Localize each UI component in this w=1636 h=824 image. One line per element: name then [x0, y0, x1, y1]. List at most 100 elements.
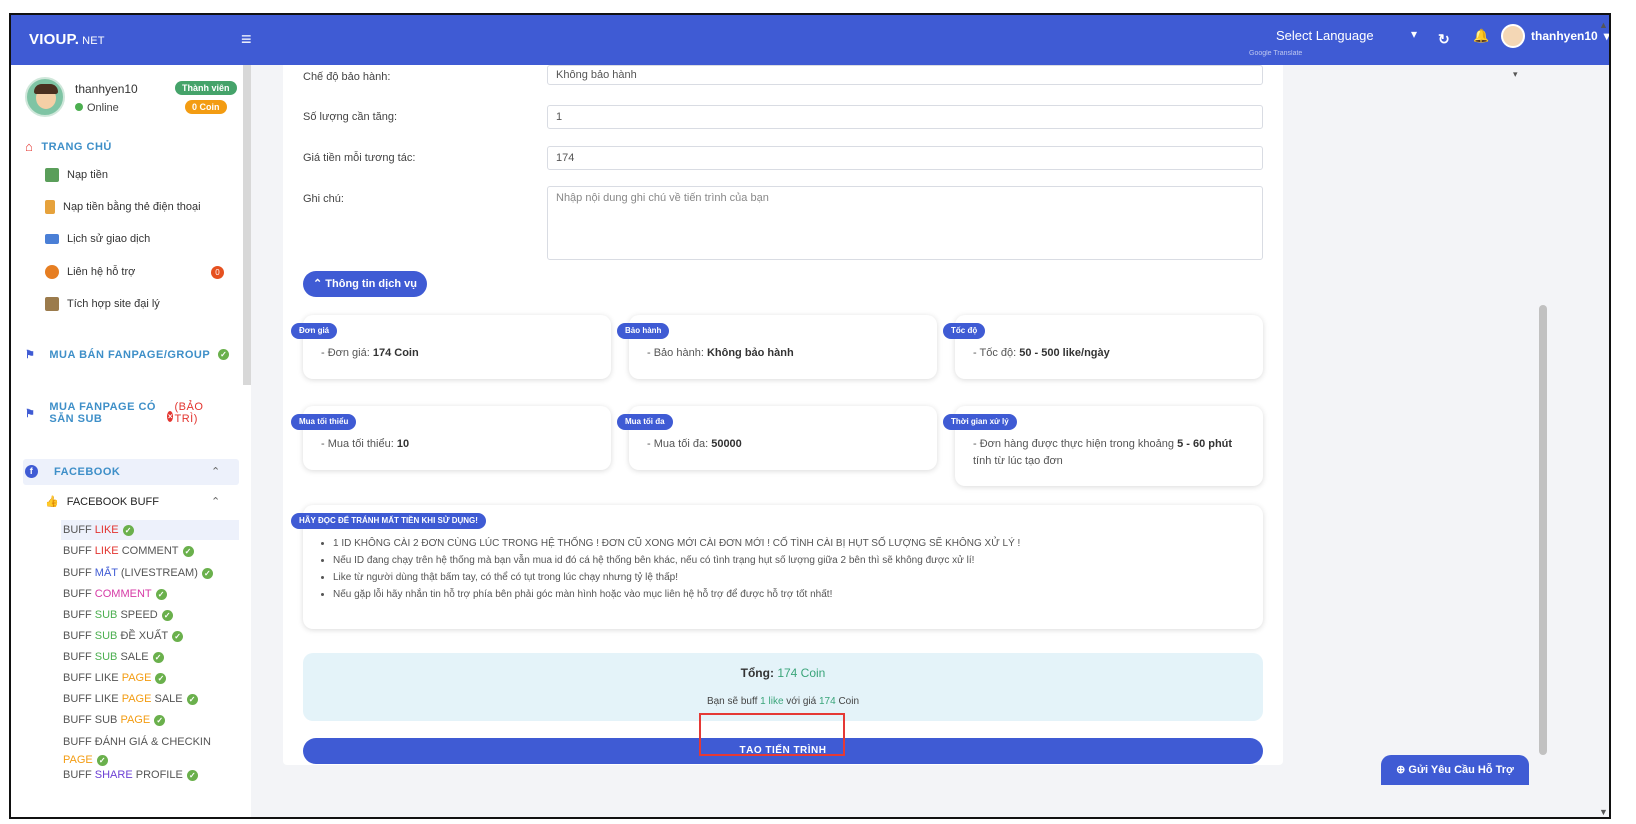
- check-icon: ✓: [122, 524, 134, 536]
- highlight-box: [699, 713, 845, 756]
- check-icon: ✓: [182, 545, 194, 557]
- notice-item: Nếu ID đang chạy trên hệ thống mà bạn vẫ…: [333, 552, 1020, 569]
- chevron-up-icon: ⌃: [313, 278, 323, 290]
- refresh-icon[interactable]: ↻: [1438, 31, 1450, 48]
- buff-item-like-page[interactable]: BUFF LIKE PAGE ✓: [63, 672, 167, 684]
- browser-frame: VIOUP. NET ≡ Select Language ▾ Google Tra…: [9, 13, 1611, 819]
- info-card-processing-time: Thời gian xử lý - Đơn hàng được thực hiệ…: [943, 406, 1263, 486]
- sidebar-home[interactable]: ⌂ TRANG CHỦ: [25, 139, 112, 154]
- menu-toggle-icon[interactable]: ≡: [241, 29, 252, 50]
- check-icon: ✓: [161, 609, 173, 621]
- service-info-toggle-button[interactable]: ⌃ Thông tin dịch vụ: [303, 271, 427, 297]
- chevron-up-icon[interactable]: ⌃: [211, 495, 220, 508]
- total-description: Bạn sẽ buff 1 like với giá 174 Coin: [706, 696, 860, 707]
- info-card-speed: Tốc độ - Tốc độ: 50 - 500 like/ngày: [943, 315, 1263, 379]
- chevron-down-icon: ▾: [1513, 69, 1518, 79]
- sidebar-item-agency[interactable]: Tích hợp site đại lý: [45, 297, 160, 311]
- info-card-badge: Mua tối đa: [617, 414, 673, 430]
- info-card-text: - Đơn giá: 174 Coin: [321, 347, 419, 359]
- notice-item: 1 ID KHÔNG CÀI 2 ĐƠN CÙNG LÚC TRONG HỆ T…: [333, 535, 1020, 552]
- buff-item-like[interactable]: BUFF LIKE ✓: [61, 520, 239, 540]
- sidebar-item-facebook[interactable]: f FACEBOOK: [25, 465, 120, 478]
- top-navbar: VIOUP. NET ≡ Select Language ▾ Google Tra…: [11, 15, 1609, 65]
- sidebar-item-topup[interactable]: Nạp tiền: [45, 168, 108, 182]
- home-icon: ⌂: [25, 139, 34, 154]
- sidebar: thanhyen10 Online Thành viên 0 Coin ⌂ TR…: [11, 65, 251, 817]
- warranty-label: Chế độ bảo hành:: [303, 71, 391, 83]
- total-amount: Tổng: 174 Coin: [740, 666, 826, 680]
- buff-item-share-profile[interactable]: BUFF SHARE PROFILE ✓: [63, 769, 198, 781]
- facebook-icon: f: [25, 465, 38, 478]
- error-icon: ×: [167, 411, 174, 422]
- chevron-down-icon: ▾: [1603, 29, 1610, 43]
- sidebar-section-fanpage-sub[interactable]: ⚑ MUA FANPAGE CÓ SẴN SUB × (BẢO TRÌ): [25, 401, 225, 425]
- check-icon: ✓: [172, 630, 184, 642]
- user-menu[interactable]: thanhyen10 ▾: [1501, 24, 1610, 48]
- sim-card-icon: [45, 200, 55, 214]
- note-textarea[interactable]: Nhập nội dung ghi chú về tiến trình của …: [547, 186, 1263, 260]
- info-card-badge: Thời gian xử lý: [943, 414, 1017, 430]
- buff-item-sub-suggest[interactable]: BUFF SUB ĐỀ XUẤT ✓: [63, 630, 184, 642]
- info-card-text: - Mua tối đa: 50000: [647, 438, 742, 450]
- check-icon: ✓: [154, 714, 166, 726]
- bell-icon[interactable]: 🔔: [1473, 28, 1489, 44]
- sidebar-scrollbar[interactable]: [243, 65, 251, 385]
- chevron-down-icon[interactable]: ▾: [1411, 27, 1417, 41]
- globe-icon: ⊕: [1396, 764, 1406, 776]
- scroll-up-arrow-icon[interactable]: ▲: [1599, 20, 1608, 30]
- google-translate-label: Google Translate: [1249, 50, 1303, 57]
- buff-item-review-checkin[interactable]: BUFF ĐÁNH GIÁ & CHECKIN PAGE ✓: [63, 735, 233, 767]
- online-dot-icon: [75, 103, 83, 111]
- avatar: [25, 77, 65, 117]
- quantity-label: Số lượng cần tăng:: [303, 111, 398, 123]
- language-select[interactable]: Select Language: [1276, 28, 1374, 43]
- info-card-warranty: Bảo hành - Bảo hành: Không bảo hành: [617, 315, 937, 379]
- role-badge: Thành viên: [175, 81, 237, 95]
- page-scrollbar-thumb[interactable]: [1539, 305, 1547, 755]
- money-icon: [45, 168, 59, 182]
- sidebar-item-history[interactable]: Lịch sử giao dịch: [45, 233, 150, 245]
- thumbs-up-icon: 👍: [45, 496, 59, 508]
- check-icon: ✓: [155, 672, 167, 684]
- price-input[interactable]: 174: [547, 146, 1263, 170]
- check-icon: ✓: [155, 588, 167, 600]
- check-icon: ✓: [96, 754, 108, 766]
- buff-item-like-page-sale[interactable]: BUFF LIKE PAGE SALE ✓: [63, 693, 198, 705]
- info-card-badge: Bảo hành: [617, 323, 670, 339]
- info-card-badge: Đơn giá: [291, 323, 338, 339]
- sidebar-item-phone-card[interactable]: Nạp tiền bằng thẻ điện thoại: [45, 200, 201, 214]
- sidebar-item-support[interactable]: Liên hệ hỗ trợ: [45, 265, 135, 279]
- info-card-badge: Mua tối thiểu: [291, 414, 357, 430]
- chevron-up-icon[interactable]: ⌃: [211, 465, 220, 478]
- quantity-input[interactable]: 1: [547, 105, 1263, 129]
- info-card-badge: Tốc độ: [943, 323, 986, 339]
- scroll-down-arrow-icon[interactable]: ▼: [1599, 807, 1608, 817]
- buff-item-like-comment[interactable]: BUFF LIKE COMMENT ✓: [63, 545, 194, 557]
- chart-icon: [45, 234, 59, 244]
- check-icon: ✓: [186, 769, 198, 781]
- buff-item-sub-page[interactable]: BUFF SUB PAGE ✓: [63, 714, 166, 726]
- price-label: Giá tiền mỗi tương tác:: [303, 152, 416, 164]
- notice-item: Nếu gặp lỗi hãy nhắn tin hỗ trợ phía bên…: [333, 586, 1020, 603]
- info-card-text: - Mua tối thiểu: 10: [321, 438, 410, 450]
- maintenance-status: × (BẢO TRÌ): [167, 401, 204, 425]
- user-profile: thanhyen10 Online Thành viên 0 Coin: [25, 77, 245, 127]
- support-icon: [45, 265, 59, 279]
- check-icon: ✓: [201, 567, 213, 579]
- site-logo[interactable]: VIOUP. NET: [29, 31, 105, 48]
- coin-badge: 0 Coin: [185, 100, 227, 114]
- buff-item-sub-sale[interactable]: BUFF SUB SALE ✓: [63, 651, 164, 663]
- info-card-text: - Tốc độ: 50 - 500 like/ngày: [973, 347, 1110, 359]
- buff-item-comment[interactable]: BUFF COMMENT ✓: [63, 588, 167, 600]
- warranty-select[interactable]: Không bảo hành ▾: [547, 65, 1518, 85]
- check-icon: ✓: [152, 651, 164, 663]
- note-label: Ghi chú:: [303, 193, 344, 205]
- support-request-button[interactable]: ⊕ Gửi Yêu Cầu Hỗ Trợ: [1381, 755, 1529, 785]
- buff-item-sub-speed[interactable]: BUFF SUB SPEED ✓: [63, 609, 173, 621]
- buff-item-livestream[interactable]: BUFF MẮT (LIVESTREAM) ✓: [63, 567, 213, 579]
- sidebar-section-fanpage-group[interactable]: ⚑ MUA BÁN FANPAGE/GROUP ✓: [25, 348, 230, 361]
- sidebar-item-facebook-buff[interactable]: 👍 FACEBOOK BUFF: [45, 495, 159, 509]
- notice-list: 1 ID KHÔNG CÀI 2 ĐƠN CÙNG LÚC TRONG HỆ T…: [321, 535, 1020, 603]
- info-card-min: Mua tối thiểu - Mua tối thiểu: 10: [291, 406, 611, 470]
- info-card-text: - Bảo hành: Không bảo hành: [647, 347, 794, 359]
